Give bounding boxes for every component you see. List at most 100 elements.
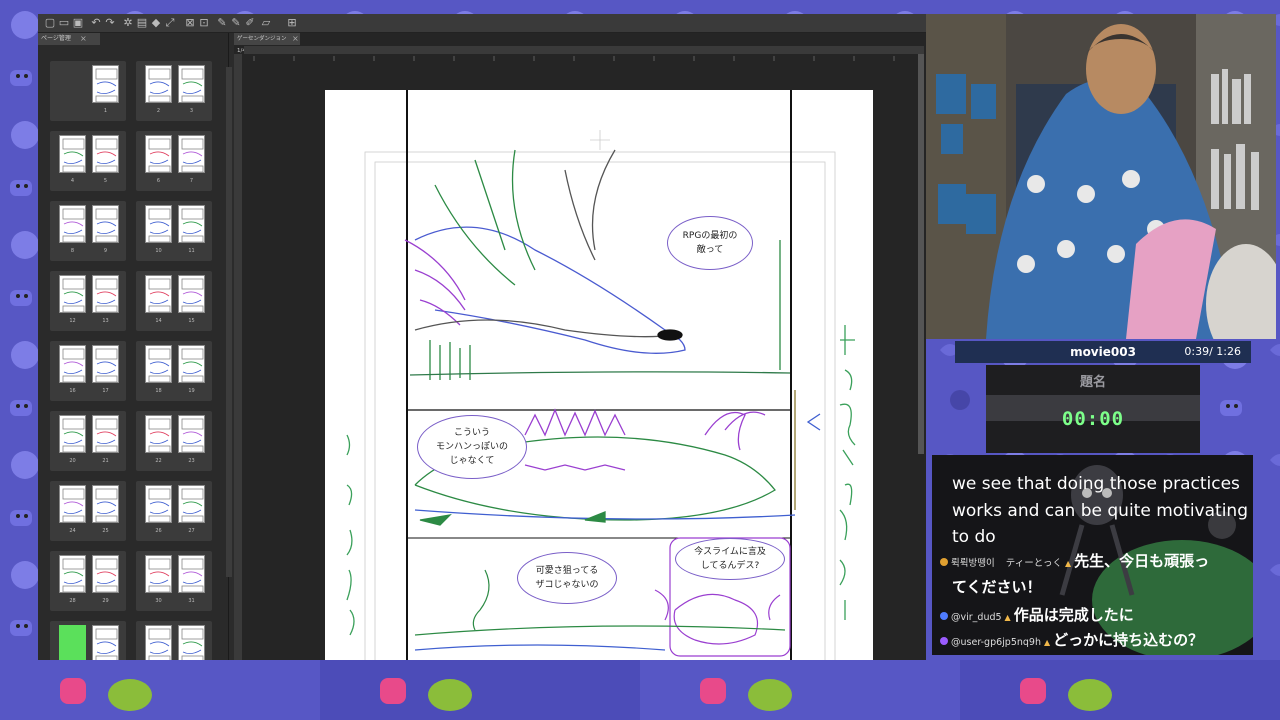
page-thumbnail[interactable] [178,485,205,523]
page-thumbnail[interactable] [59,625,86,660]
page-thumbnail[interactable] [59,485,86,523]
fox-icon: ▲ [1004,613,1011,622]
page-thumbnail[interactable] [145,485,172,523]
page-thumbnail[interactable] [92,555,119,593]
page-spread-thumbnail[interactable]: 1 [50,61,126,121]
brush-icon[interactable]: ✐ [244,17,256,29]
page-spread-thumbnail[interactable]: 18 19 [136,341,212,401]
webcam-feed [926,14,1276,339]
page-thumbnail[interactable] [178,205,205,243]
panel-scrollbar[interactable] [226,67,232,577]
page-spread-thumbnail[interactable] [50,621,126,660]
page-thumbnail[interactable] [145,625,172,660]
page-thumbnail[interactable] [178,65,205,103]
webcam-image [926,14,1276,339]
page-thumbnail[interactable] [178,135,205,173]
page-number: 12 [69,318,76,324]
canvas-scrollbar[interactable] [918,54,924,454]
page-spread-thumbnail[interactable]: 26 27 [136,481,212,541]
page-thumbnail[interactable] [178,345,205,383]
close-icon[interactable]: × [292,33,299,45]
page-spread-thumbnail[interactable]: 10 11 [136,201,212,261]
page-thumbnail[interactable] [145,555,172,593]
page-spread-thumbnail[interactable]: 30 31 [136,551,212,611]
redo-icon[interactable]: ↷ [104,17,116,29]
page-thumbnail[interactable] [59,135,86,173]
page-number: 21 [102,458,109,464]
page-spread-thumbnail[interactable]: 24 25 [50,481,126,541]
page-number: 8 [70,248,75,254]
page-spread-thumbnail[interactable]: 23 [136,61,212,121]
page-number: 16 [69,388,76,394]
settings-icon[interactable]: ✲ [122,17,134,29]
pen-icon[interactable]: ✎ [216,17,228,29]
page-thumbnail[interactable] [178,275,205,313]
page-thumbnail[interactable] [145,205,172,243]
page-spread-thumbnail[interactable]: 14 15 [136,271,212,331]
page-spread-thumbnail[interactable]: 89 [50,201,126,261]
page-thumbnail[interactable] [92,205,119,243]
tab-page-manager[interactable]: ページ管理 [38,33,100,45]
canvas-area[interactable]: ゲーセンダンジョン 1/42 × [234,33,926,660]
page-spread-thumbnail[interactable]: 16 17 [50,341,126,401]
page-number: 22 [155,458,162,464]
page-spread-thumbnail[interactable]: 45 [50,131,126,191]
page-spread-thumbnail[interactable]: 28 29 [50,551,126,611]
page-thumbnail[interactable] [145,345,172,383]
page-number: 19 [188,388,195,394]
page-thumbnail[interactable] [59,415,86,453]
select-icon[interactable]: ⊡ [198,17,210,29]
page-number: 7 [189,178,194,184]
save-icon[interactable]: ▣ [72,17,84,29]
chat-username: @user-gp6jp5nq9h [951,637,1041,648]
page-thumbnail[interactable] [92,275,119,313]
page-thumbnail[interactable] [145,415,172,453]
page-thumbnail[interactable] [178,555,205,593]
page-thumbnail[interactable] [92,345,119,383]
transform-icon[interactable]: ⤢ [164,17,176,29]
top-toolbar: ▢ ▭ ▣ ↶ ↷ ✲ ▤ ◆ ⤢ ⊠ ⊡ ✎ ✎ ✐ ▱ ⊞ [38,14,926,33]
page-thumbnail[interactable] [92,625,119,660]
close-icon[interactable]: × [80,33,87,45]
page-number: 17 [102,388,109,394]
chat-text: どっかに持ち込むの？ [1053,631,1204,649]
crop-icon[interactable]: ⊠ [184,17,196,29]
clear-icon[interactable]: ▤ [136,17,148,29]
page-thumbnail[interactable] [59,555,86,593]
page-spread-thumbnail[interactable]: 22 23 [136,411,212,471]
pencil-icon[interactable]: ✎ [230,17,242,29]
page-thumbnail[interactable] [92,65,119,103]
new-file-icon[interactable]: ▢ [44,17,56,29]
page-thumbnail[interactable] [92,415,119,453]
video-title-bar: movie003 0:39/ 1:26 [955,341,1251,363]
page-spread-thumbnail[interactable]: 12 13 [50,271,126,331]
page-thumbnail[interactable] [178,415,205,453]
speech-bubble: 今スライムに言及 してるんデス? [675,538,785,580]
page-thumbnail[interactable] [145,135,172,173]
page-thumbnail[interactable] [92,135,119,173]
open-file-icon[interactable]: ▭ [58,17,70,29]
page-thumbnail[interactable] [178,625,205,660]
page-spread-thumbnail[interactable]: 20 21 [50,411,126,471]
manga-page[interactable]: RPGの最初の 敵って こういう モンハンっぽいの じゃなくて 可愛さ狙ってる … [325,90,873,660]
page-number: 5 [103,178,108,184]
page-manager-panel: ページ管理 × 1 2 3 4 5 6 7 8 9 10 11 12 13 14 15 16 17 18 19 20 2… [38,33,232,660]
page-thumbnail-list: 1 2 3 4 5 6 7 8 9 10 11 12 13 14 15 16 17 18 19 20 21 22 23 24 2… [46,61,226,660]
ruler-icon[interactable]: ▱ [260,17,272,29]
fill-bucket-icon[interactable]: ⊞ [286,17,298,29]
page-thumbnail[interactable] [145,65,172,103]
page-thumbnail[interactable] [59,275,86,313]
page-thumbnail[interactable] [59,345,86,383]
fill-icon[interactable]: ◆ [150,17,162,29]
page-thumbnail[interactable] [92,485,119,523]
page-spread-thumbnail[interactable]: 67 [136,131,212,191]
page-number: 9 [103,248,108,254]
tab-document[interactable]: ゲーセンダンジョン 1/42 [234,33,300,54]
undo-icon[interactable]: ↶ [90,17,102,29]
page-number: 10 [155,248,162,254]
chat-username: ティーとっく [1005,558,1062,569]
page-thumbnail[interactable] [59,205,86,243]
page-thumbnail[interactable] [145,275,172,313]
page-spread-thumbnail[interactable] [136,621,212,660]
page-number: 26 [155,528,162,534]
